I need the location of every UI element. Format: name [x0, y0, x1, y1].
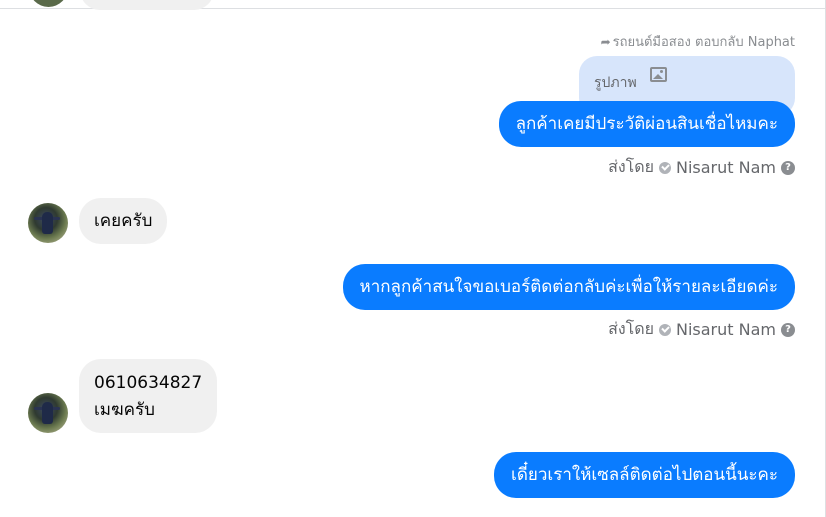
avatar[interactable]	[28, 203, 68, 243]
sent-by-label: ส่งโดย Nisarut Nam ?	[608, 317, 795, 342]
check-circle-icon	[659, 161, 671, 174]
message-line: เมฆครับ	[94, 400, 155, 420]
outgoing-message-bubble[interactable]: ลูกค้าเคยมีประวัติผ่อนสินเชื่อไหมคะ	[498, 101, 795, 147]
sent-by-label: ส่งโดย Nisarut Nam ?	[608, 155, 795, 180]
sender-name[interactable]: Nisarut Nam	[676, 320, 776, 339]
incoming-message-bubble[interactable]	[80, 0, 214, 10]
avatar[interactable]	[28, 393, 68, 433]
reply-context-text: รถยนต์มือสอง ตอบกลับ Naphat	[612, 35, 795, 50]
reply-context-label: ➦ รถยนต์มือสอง ตอบกลับ Naphat	[601, 31, 795, 52]
sent-by-prefix: ส่งโดย	[608, 319, 654, 338]
outgoing-message-bubble[interactable]: เดี๋ยวเราให้เซลล์ติดต่อไปตอนนี้นะคะ	[494, 452, 795, 498]
info-icon[interactable]: ?	[781, 322, 795, 337]
sender-name[interactable]: Nisarut Nam	[676, 158, 776, 177]
quoted-message-label: รูปภาพ	[594, 75, 637, 91]
message-line: 0610634827	[94, 373, 203, 393]
incoming-message-bubble[interactable]: 0610634827 เมฆครับ	[79, 359, 218, 433]
image-icon	[650, 67, 667, 82]
avatar[interactable]	[29, 0, 68, 7]
check-circle-icon	[659, 323, 671, 336]
outgoing-message-bubble[interactable]: หากลูกค้าสนใจขอเบอร์ติดต่อกลับค่ะเพื่อให…	[342, 264, 795, 310]
incoming-message-bubble[interactable]: เคยครับ	[79, 198, 168, 244]
info-icon[interactable]: ?	[781, 160, 795, 175]
reply-arrow-icon: ➦	[600, 34, 611, 49]
chat-thread: ➦ รถยนต์มือสอง ตอบกลับ Naphat รูปภาพ ลูก…	[0, 0, 826, 517]
sent-by-prefix: ส่งโดย	[608, 157, 654, 176]
